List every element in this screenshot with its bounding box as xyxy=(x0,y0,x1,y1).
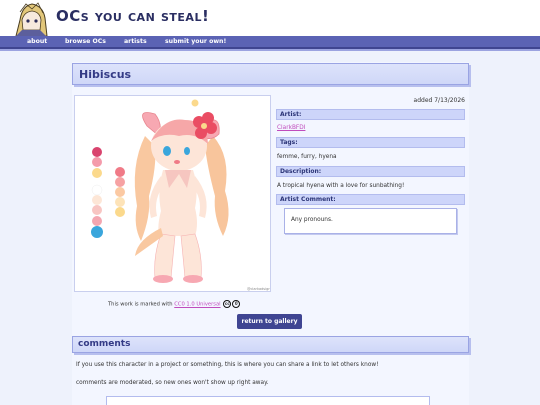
artist-link[interactable]: ClarkBFDI xyxy=(277,125,305,131)
artist-comment-text: Any pronouns. xyxy=(291,217,333,223)
main-nav: about browse OCs artists submit your own… xyxy=(0,36,540,49)
artwork-watermark: @clarkadsign xyxy=(247,287,271,291)
license-prefix: This work is marked with xyxy=(108,301,173,308)
color-palette xyxy=(91,147,125,238)
nav-artists[interactable]: artists xyxy=(124,38,147,45)
oc-name: Hibiscus xyxy=(79,68,132,81)
tags-value: femme, furry, hyena xyxy=(277,154,337,160)
comments-header-box: comments xyxy=(72,336,469,353)
description-value: A tropical hyena with a love for sunbath… xyxy=(277,183,405,189)
nav-divider xyxy=(0,49,540,51)
site-title[interactable]: OCs you can steal! xyxy=(56,7,209,25)
site-mascot-avatar xyxy=(12,0,50,36)
tags-header: Tags: xyxy=(276,137,465,148)
comment-form-frame[interactable] xyxy=(106,396,430,405)
cc-zero-icon: 0 xyxy=(232,300,241,308)
nav-submit[interactable]: submit your own! xyxy=(165,38,226,45)
oc-artwork[interactable]: @clarkadsign xyxy=(74,95,271,292)
nav-about[interactable]: about xyxy=(27,38,47,45)
added-date: added 7/13/2026 xyxy=(413,97,465,104)
comments-title: comments xyxy=(78,339,131,349)
artist-header: Artist: xyxy=(276,109,465,120)
site-header: OCs you can steal! xyxy=(0,0,540,36)
license-notice: This work is marked with CC0 1.0 Univers… xyxy=(108,300,241,308)
artist-comment-header: Artist Comment: xyxy=(276,194,465,205)
oc-title-box: Hibiscus xyxy=(72,63,469,85)
cc-icon: cc xyxy=(223,300,232,308)
comments-info-line: If you use this character in a project o… xyxy=(76,362,379,368)
artist-value: ClarkBFDI xyxy=(277,125,305,131)
nav-browse-ocs[interactable]: browse OCs xyxy=(65,38,106,45)
description-header: Description: xyxy=(276,166,465,177)
return-to-gallery-button[interactable]: return to gallery xyxy=(237,314,302,329)
comments-moderation-line: comments are moderated, so new ones won'… xyxy=(76,380,269,386)
license-link[interactable]: CC0 1.0 Universal xyxy=(174,302,220,308)
artist-comment-box: Any pronouns. xyxy=(284,208,457,234)
